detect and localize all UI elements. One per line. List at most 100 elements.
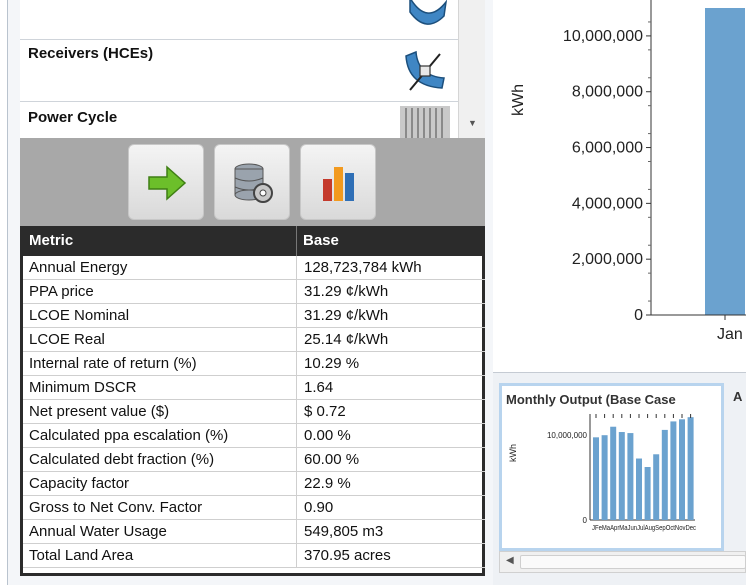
nav-scrollbar[interactable]: ▼ — [458, 0, 485, 138]
input-page-list: Receivers (HCEs) Power Cycle — [20, 0, 458, 138]
nav-item-label: Power Cycle — [28, 109, 118, 126]
thumb-bar — [601, 435, 608, 520]
app-window: Receivers (HCEs) Power Cycle ▼ Metric Ba… — [0, 0, 746, 585]
metric-value: 10.29 % — [304, 355, 360, 372]
thumb-bar — [610, 426, 617, 520]
metric-row: Gross to Net Conv. Factor 0.90 — [23, 496, 485, 520]
metric-value: $ 0.72 — [304, 403, 346, 420]
metric-value: 128,723,784 kWh — [304, 259, 422, 276]
metric-row: Calculated debt fraction (%) 60.00 % — [23, 448, 485, 472]
thumb-bar — [670, 421, 677, 520]
nav-item-receivers[interactable]: Receivers (HCEs) — [20, 40, 458, 102]
database-gear-icon — [234, 163, 273, 203]
turbine-icon — [400, 106, 450, 138]
bar-chart-icon — [323, 167, 354, 201]
left-edge — [0, 0, 8, 585]
thumbnail-chart: 10,000,000 0 kWh JFeMaAprMaJunJulAugSepOctN… — [508, 414, 696, 532]
solar-dish-icon — [404, 0, 450, 37]
monthly-energy-chart: 0 2,000,000 4,000,000 6,000,000 8,000,000 10,… — [493, 0, 746, 372]
metric-name: Calculated ppa escalation (%) — [29, 427, 229, 444]
metric-row: Minimum DSCR 1.64 — [23, 376, 485, 400]
nav-item-label: Receivers (HCEs) — [28, 45, 154, 62]
metrics-table: Metric Base Annual Energy 128,723,784 kWh… — [20, 226, 485, 576]
metric-row: Capacity factor 22.9 % — [23, 472, 485, 496]
nav-item-solar-field[interactable] — [20, 0, 458, 40]
thumbnail-title: Monthly Output (Base Case — [506, 392, 676, 407]
metric-name: Annual Energy — [29, 259, 128, 276]
left-panel: Receivers (HCEs) Power Cycle ▼ Metric Ba… — [0, 0, 493, 585]
metric-value: 22.9 % — [304, 475, 351, 492]
results-button[interactable] — [300, 144, 376, 220]
run-simulation-button[interactable] — [128, 144, 204, 220]
metric-name: Capacity factor — [29, 475, 130, 492]
monthly-output-thumbnail[interactable]: Monthly Output (Base Case 10,000,000 0 kWh… — [499, 383, 724, 551]
metric-row: Annual Energy 128,723,784 kWh — [23, 256, 485, 280]
thumb-bar — [627, 433, 634, 520]
metric-row: LCOE Nominal 31.29 ¢/kWh — [23, 304, 485, 328]
metric-value: 60.00 % — [304, 451, 360, 468]
metric-value: 0.00 % — [304, 427, 351, 444]
metric-name: LCOE Nominal — [29, 307, 130, 324]
metric-row: PPA price 31.29 ¢/kWh — [23, 280, 485, 304]
scrollbar-thumb[interactable] — [520, 555, 746, 569]
y-tick-label: 8,000,000 — [572, 84, 643, 101]
thumb-bar — [644, 467, 651, 520]
metric-value: 549,805 m3 — [304, 523, 384, 540]
metric-row: Net present value ($) $ 0.72 — [23, 400, 485, 424]
metrics-table-header: Metric Base — [23, 226, 485, 256]
right-panel: 0 2,000,000 4,000,000 6,000,000 8,000,000 10,… — [493, 0, 746, 585]
metric-value: 370.95 acres — [304, 547, 391, 564]
metric-column-header: Metric — [29, 232, 74, 249]
x-tick-label: Jan — [717, 326, 743, 343]
y-tick-label: 2,000,000 — [572, 251, 643, 268]
metric-value: 31.29 ¢/kWh — [304, 307, 389, 324]
thumb-bar — [687, 417, 694, 520]
thumb-bar — [593, 437, 599, 520]
metric-name: Total Land Area — [29, 547, 134, 564]
thumb-x-labels: JFeMaAprMaJunJulAugSepOctNovDec — [592, 523, 696, 532]
bar-jan — [705, 8, 745, 315]
y-tick-label: 10,000,000 — [563, 28, 643, 45]
results-toolbar — [20, 138, 485, 226]
scroll-down-icon[interactable]: ▼ — [468, 118, 477, 128]
thumb-bar — [653, 454, 660, 520]
thumb-bar — [679, 419, 685, 520]
metric-name: Calculated debt fraction (%) — [29, 451, 215, 468]
metric-name: Minimum DSCR — [29, 379, 137, 396]
results-thumbnail-strip: Monthly Output (Base Case 10,000,000 0 kWh… — [493, 372, 746, 585]
nav-item-power-cycle[interactable]: Power Cycle — [20, 102, 458, 138]
metric-row: Calculated ppa escalation (%) 0.00 % — [23, 424, 485, 448]
thumb-y-label: kWh — [508, 444, 518, 462]
base-column-header: Base — [303, 232, 339, 249]
metric-value: 1.64 — [304, 379, 334, 396]
thumb-bar — [618, 432, 625, 520]
metric-value: 25.14 ¢/kWh — [304, 331, 389, 348]
metric-row: Annual Water Usage 549,805 m3 — [23, 520, 485, 544]
receiver-dish-icon — [398, 46, 450, 103]
metric-name: LCOE Real — [29, 331, 105, 348]
metric-name: Gross to Net Conv. Factor — [29, 499, 203, 516]
run-arrow-icon — [148, 165, 187, 201]
parametrics-button[interactable] — [214, 144, 290, 220]
metric-name: PPA price — [29, 283, 94, 300]
thumb-y-zero-label: 0 — [583, 516, 588, 525]
scroll-left-icon[interactable]: ◀ — [506, 555, 514, 566]
horizontal-scrollbar[interactable]: ◀ — [499, 551, 746, 573]
y-tick-label: 4,000,000 — [572, 195, 643, 212]
y-tick-label: 6,000,000 — [572, 140, 643, 157]
metric-name: Net present value ($) — [29, 403, 170, 420]
metric-row: LCOE Real 25.14 ¢/kWh — [23, 328, 485, 352]
thumb-bar — [661, 429, 668, 520]
second-thumbnail-title[interactable]: A — [733, 389, 742, 404]
thumb-y-tick-label: 10,000,000 — [547, 431, 588, 440]
y-tick-label: 0 — [634, 307, 643, 324]
metric-row: Internal rate of return (%) 10.29 % — [23, 352, 485, 376]
chart-canvas: 0 2,000,000 4,000,000 6,000,000 8,000,000 10,… — [510, 0, 746, 343]
y-axis-label: kWh — [510, 84, 527, 116]
metric-value: 0.90 — [304, 499, 334, 516]
metric-row: Total Land Area 370.95 acres — [23, 544, 485, 568]
metric-name: Annual Water Usage — [29, 523, 167, 540]
metric-name: Internal rate of return (%) — [29, 355, 197, 372]
thumb-bar — [636, 458, 642, 520]
metric-value: 31.29 ¢/kWh — [304, 283, 389, 300]
